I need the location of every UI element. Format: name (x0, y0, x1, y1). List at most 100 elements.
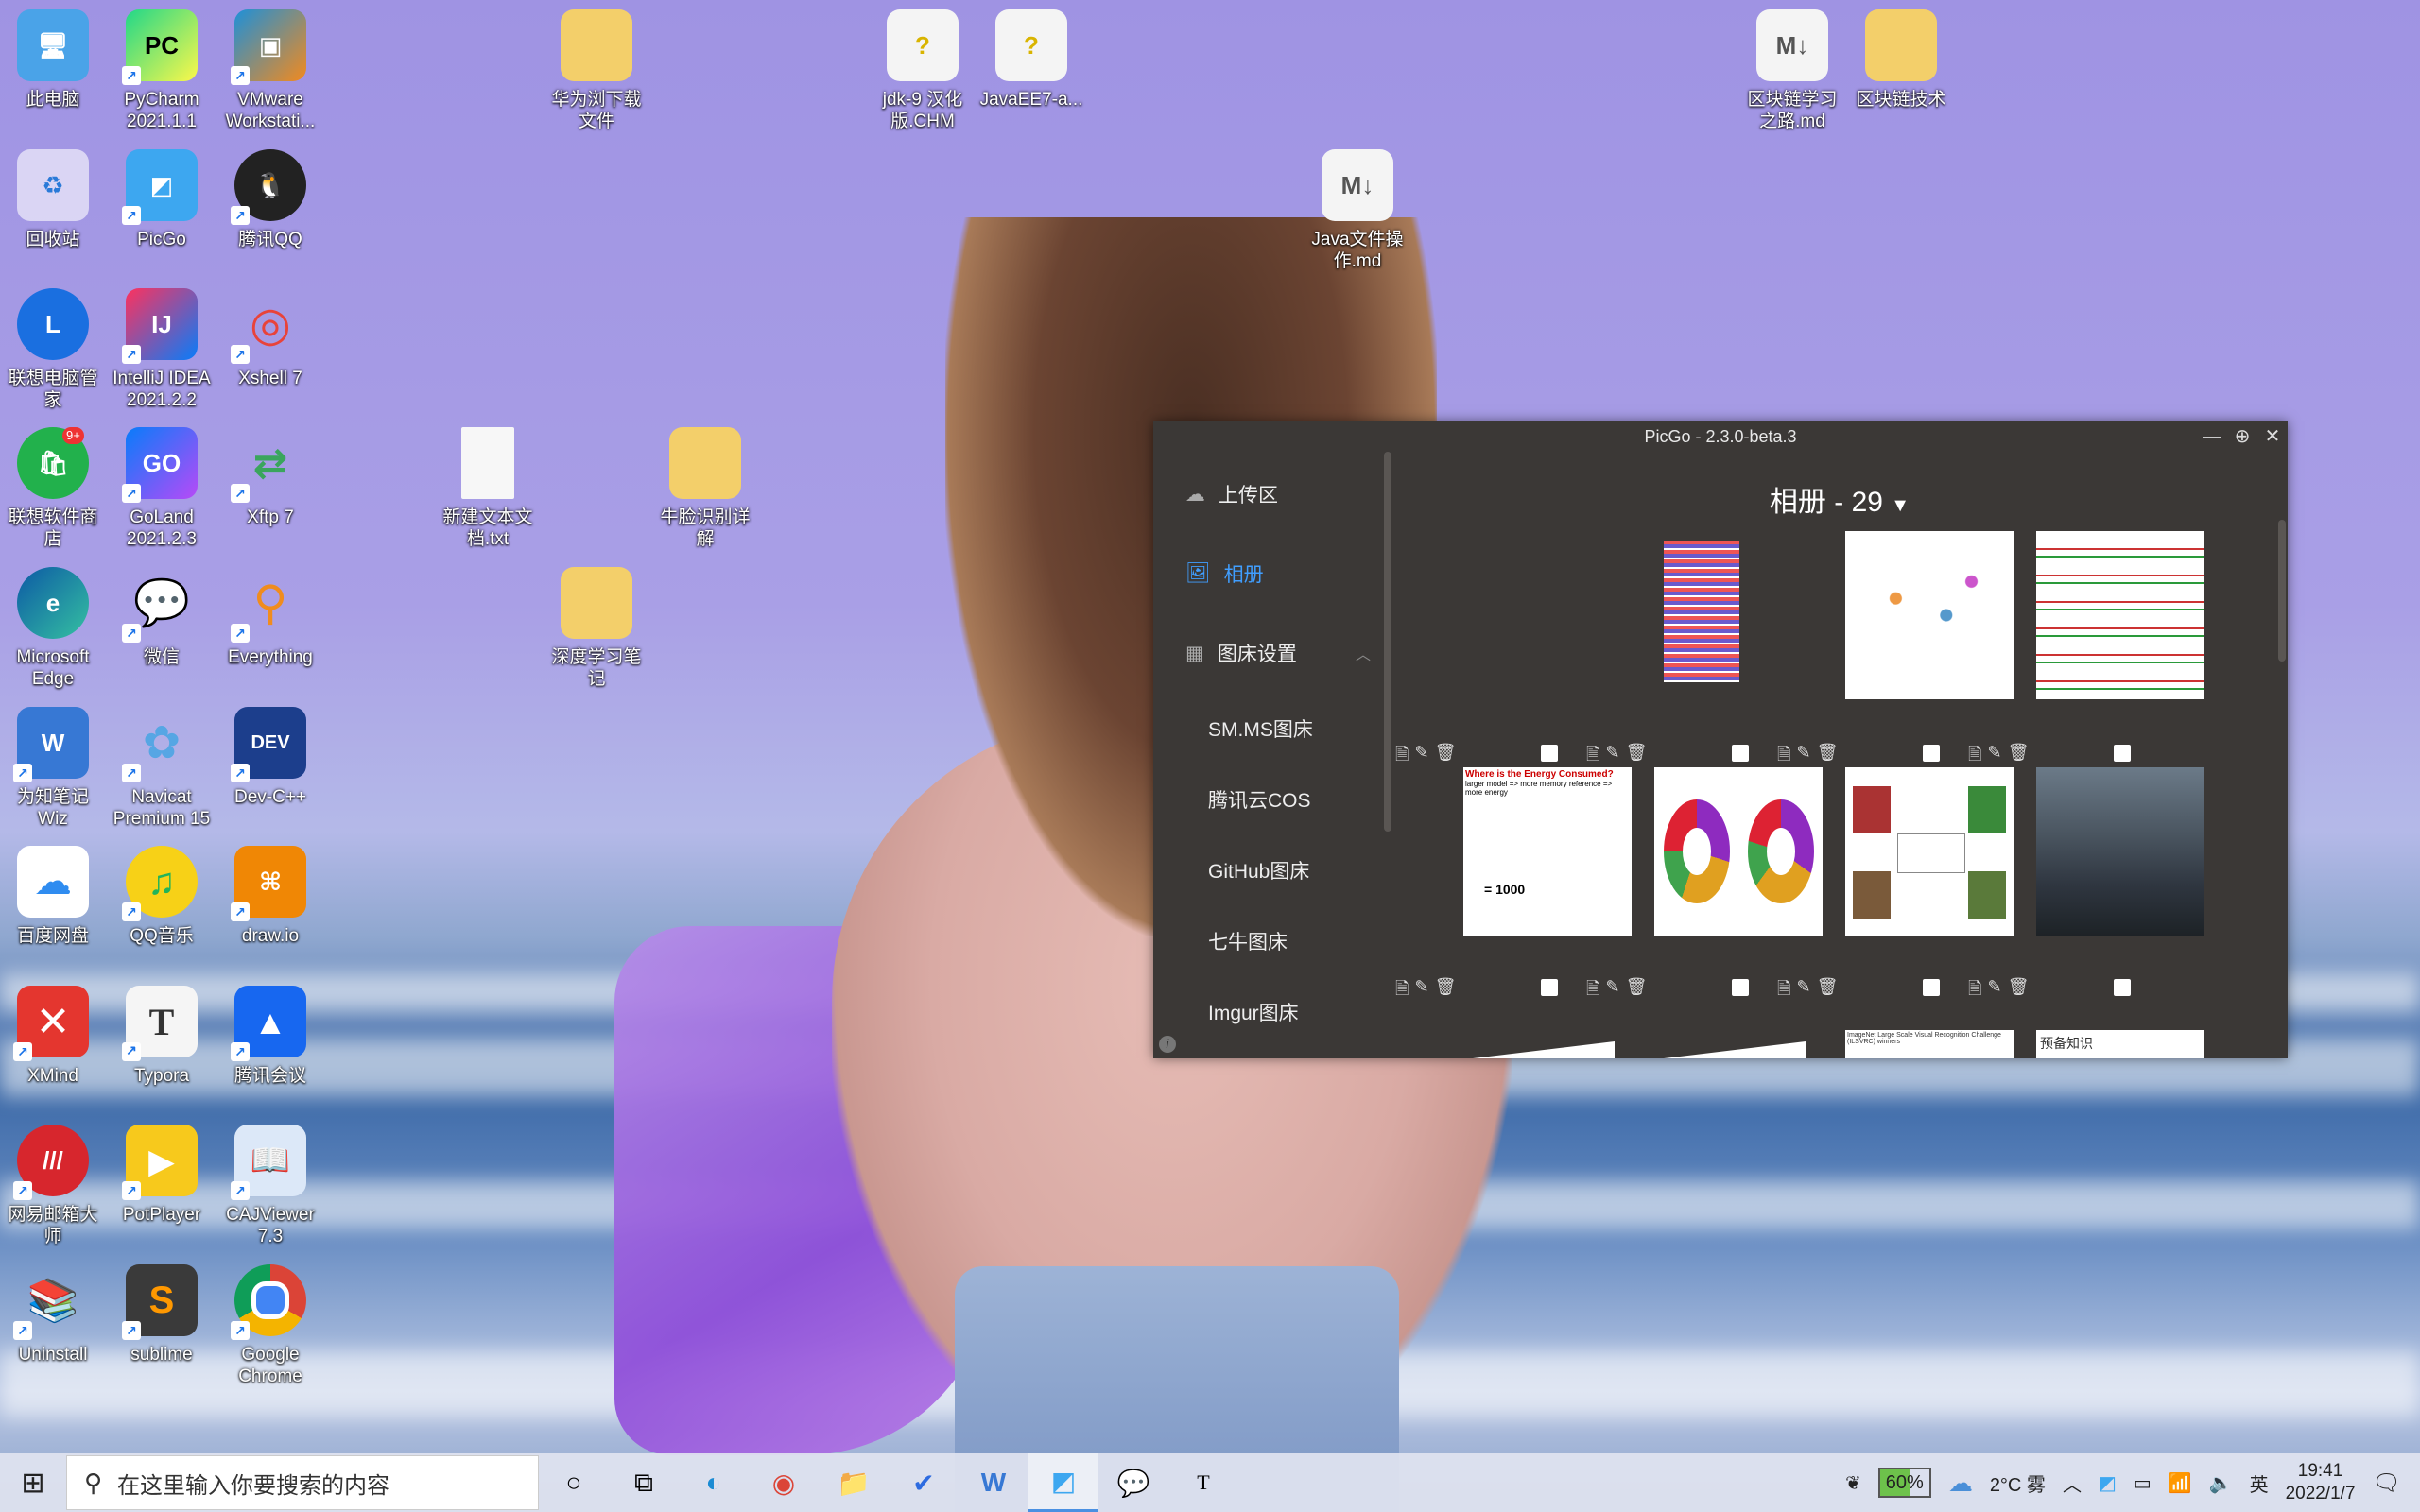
desktop-icon-folder-huawei[interactable]: 华为浏下载文件 (544, 9, 649, 132)
album-thumbnail[interactable] (1845, 531, 2014, 699)
minimize-button[interactable]: — (2203, 427, 2221, 446)
close-button[interactable]: ✕ (2263, 427, 2282, 446)
taskbar-picgo[interactable]: ◩ (1028, 1453, 1098, 1512)
desktop-icon-typora[interactable]: T ↗ Typora (109, 986, 215, 1087)
sidebar-item-settings[interactable]: ▦ 图床设置 ︿ (1185, 639, 1371, 667)
edit-icon[interactable]: ✎ (1414, 977, 1428, 1005)
picgo-tray-icon[interactable]: ◩ (2099, 1471, 2117, 1495)
album-thumbnail[interactable] (2036, 767, 2204, 936)
album-thumbnail[interactable] (1654, 1030, 1823, 1058)
sidebar-item-smms[interactable]: SM.MS图床 (1208, 714, 1313, 743)
delete-icon[interactable]: 🗑 (1435, 743, 1457, 771)
task-view-button[interactable]: ⧉ (609, 1453, 679, 1512)
taskbar-wechat[interactable]: 💬 (1098, 1453, 1168, 1512)
select-checkbox[interactable] (1923, 979, 1940, 996)
edit-icon[interactable]: ✎ (1605, 977, 1619, 1005)
sidebar-item-album[interactable]: 🖼 相册 (1185, 559, 1264, 588)
desktop-icon-wechat[interactable]: 💬 ↗ 微信 (109, 567, 215, 668)
taskbar-search-box[interactable]: ⚲ 在这里输入你要搜索的内容 (66, 1455, 539, 1510)
select-checkbox[interactable] (1541, 979, 1558, 996)
desktop-icon-dl-notes[interactable]: 深度学习笔记 (544, 567, 649, 690)
delete-icon[interactable]: 🗑 (2008, 977, 2030, 1005)
taskbar-explorer[interactable]: 📁 (819, 1453, 889, 1512)
copy-icon[interactable]: 🗎 (1586, 977, 1599, 1005)
select-checkbox[interactable] (1541, 745, 1558, 762)
desktop-icon-wiz[interactable]: W ↗ 为知笔记 Wiz (0, 707, 106, 830)
copy-icon[interactable]: 🗎 (1968, 977, 1981, 1005)
edit-icon[interactable]: ✎ (1414, 743, 1428, 771)
copy-icon[interactable]: 🗎 (1395, 743, 1409, 771)
desktop-icon-baidu-netdisk[interactable]: ☁ 百度网盘 (0, 846, 106, 947)
desktop-icon-drawio[interactable]: ⌘ ↗ draw.io (217, 846, 323, 947)
delete-icon[interactable]: 🗑 (1626, 977, 1648, 1005)
copy-icon[interactable]: 🗎 (1777, 977, 1790, 1005)
desktop-icon-xshell[interactable]: ◎ ↗ Xshell 7 (217, 288, 323, 389)
album-thumbnail[interactable] (1463, 1030, 1632, 1058)
leaf-icon[interactable]: ❦ (1845, 1471, 1861, 1495)
copy-icon[interactable]: 🗎 (1395, 977, 1409, 1005)
desktop-icon-pycharm[interactable]: PC ↗ PyCharm 2021.1.1 (109, 9, 215, 132)
start-button[interactable]: ⊞ (0, 1453, 66, 1512)
taskbar-typora[interactable]: T (1168, 1453, 1238, 1512)
sidebar-item-upload[interactable]: ☁ 上传区 (1185, 480, 1278, 508)
select-checkbox[interactable] (1732, 745, 1749, 762)
weather-text[interactable]: 2°C 雾 (1990, 1469, 2046, 1497)
album-title-dropdown[interactable]: 相册 - 29 ▼ (1392, 478, 2288, 520)
desktop-icon-intellij[interactable]: IJ ↗ IntelliJ IDEA 2021.2.2 (109, 288, 215, 411)
battery-icon[interactable]: ▭ (2134, 1471, 2152, 1495)
battery-indicator[interactable]: 60% (1877, 1468, 1931, 1498)
chevron-up-icon[interactable]: ︿ (2063, 1469, 2082, 1497)
select-checkbox[interactable] (2114, 979, 2131, 996)
desktop-icon-lenovo-manager[interactable]: L 联想电脑管家 (0, 288, 106, 411)
desktop-icon-potplayer[interactable]: ▶ ↗ PotPlayer (109, 1125, 215, 1226)
cortana-button[interactable]: ○ (539, 1453, 609, 1512)
desktop-icon-java-md[interactable]: M↓ Java文件操作.md (1305, 149, 1410, 272)
edit-icon[interactable]: ✎ (1796, 977, 1810, 1005)
desktop-icon-devcpp[interactable]: DEV ↗ Dev-C++ (217, 707, 323, 808)
album-thumbnail[interactable] (2036, 531, 2204, 699)
desktop-icon-picgo[interactable]: ◩ ↗ PicGo (109, 149, 215, 250)
select-checkbox[interactable] (2114, 745, 2131, 762)
desktop-icon-cajviewer[interactable]: 📖 ↗ CAJViewer 7.3 (217, 1125, 323, 1247)
wifi-icon[interactable]: 📶 (2169, 1471, 2192, 1495)
desktop-icon-qqmusic[interactable]: ♫ ↗ QQ音乐 (109, 846, 215, 947)
album-thumbnail[interactable]: 预备知识 (2036, 1030, 2204, 1058)
desktop-icon-netease-mail[interactable]: ///↗ 网易邮箱大师 (0, 1125, 106, 1247)
taskbar-todo[interactable]: ✔ (889, 1453, 959, 1512)
sidebar-item-github[interactable]: GitHub图床 (1208, 856, 1309, 885)
album-thumbnail[interactable]: ImageNet Large Scale Visual Recognition … (1845, 1030, 2014, 1058)
desktop-icon-lenovo-store[interactable]: 🛍 联想软件商店 9+ (0, 427, 106, 550)
desktop-icon-recycle-bin[interactable]: ♻ 回收站 (0, 149, 106, 250)
desktop-icon-goland[interactable]: GO ↗ GoLand 2021.2.3 (109, 427, 215, 550)
info-icon[interactable]: i (1159, 1036, 1176, 1053)
album-thumbnail[interactable] (1654, 767, 1823, 936)
desktop-icon-qq[interactable]: 🐧 ↗ 腾讯QQ (217, 149, 323, 250)
select-checkbox[interactable] (1923, 745, 1940, 762)
sidebar-item-imgur[interactable]: Imgur图床 (1208, 998, 1299, 1026)
desktop-icon-navicat[interactable]: ✿ ↗ Navicat Premium 15 (109, 707, 215, 830)
desktop-icon-uninstall[interactable]: 📚 ↗ Uninstall (0, 1264, 106, 1366)
desktop-icon-sublime[interactable]: S ↗ sublime (109, 1264, 215, 1366)
window-titlebar[interactable]: PicGo - 2.3.0-beta.3 — ⊕ ✕ (1153, 421, 2288, 452)
sidebar-scrollbar[interactable] (1384, 452, 1392, 832)
desktop-icon-blockchain-folder[interactable]: 区块链技术 (1848, 9, 1954, 111)
album-thumbnail[interactable]: Where is the Energy Consumed? larger mod… (1463, 767, 1632, 936)
desktop-icon-tencent-meeting[interactable]: ▲ ↗ 腾讯会议 (217, 986, 323, 1087)
edit-icon[interactable]: ✎ (1987, 977, 2001, 1005)
sidebar-item-qiniu[interactable]: 七牛图床 (1208, 927, 1288, 955)
desktop-icon-edge[interactable]: e Microsoft Edge (0, 567, 106, 690)
sidebar-item-tencent-cos[interactable]: 腾讯云COS (1208, 785, 1311, 814)
desktop-icon-jdk-chm[interactable]: ? jdk-9 汉化版.CHM (870, 9, 976, 132)
desktop-icon-vmware[interactable]: ▣ ↗ VMware Workstati... (217, 9, 323, 132)
album-scrollbar[interactable] (2278, 520, 2286, 662)
desktop-icon-javaee[interactable]: ? JavaEE7-a... (978, 9, 1084, 111)
maximize-button[interactable]: ⊕ (2233, 427, 2252, 446)
album-thumbnail[interactable] (1845, 767, 2014, 936)
volume-icon[interactable]: 🔈 (2209, 1471, 2233, 1495)
desktop-icon-chrome[interactable]: ↗ Google Chrome (217, 1264, 323, 1387)
select-checkbox[interactable] (1732, 979, 1749, 996)
clock[interactable]: 19:41 2022/1/7 (2286, 1460, 2356, 1505)
notification-icon[interactable]: 🗨 (2373, 1469, 2401, 1497)
taskbar-chrome[interactable]: ◉ (749, 1453, 819, 1512)
ime-indicator[interactable]: 英 (2250, 1469, 2269, 1497)
